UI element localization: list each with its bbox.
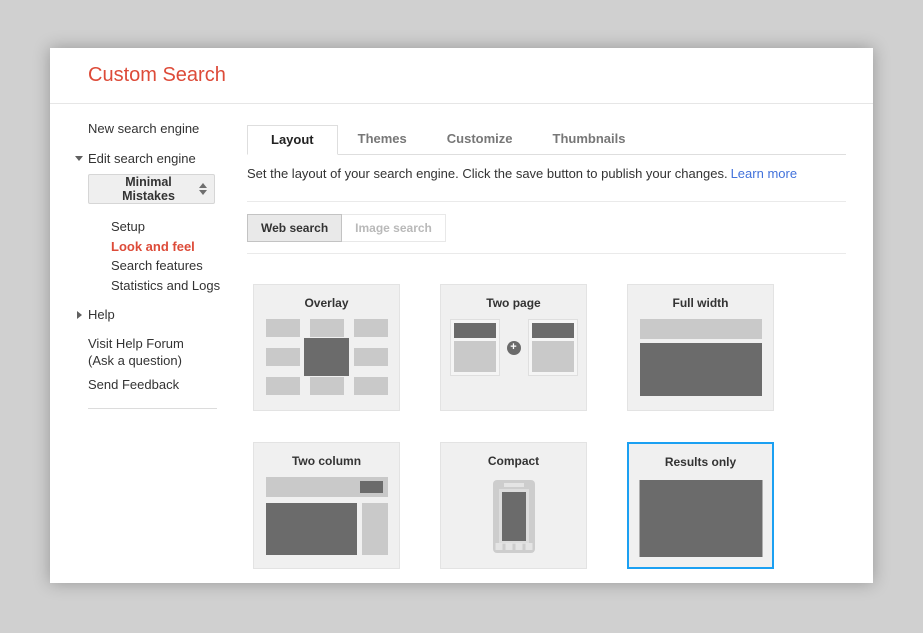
sidebar-item-look-and-feel[interactable]: Look and feel — [111, 237, 247, 257]
visit-help-forum-label: Visit Help Forum — [88, 335, 247, 352]
tab-customize[interactable]: Customize — [427, 125, 533, 153]
layout-option-label: Compact — [441, 443, 586, 468]
ask-a-question-label: (Ask a question) — [88, 352, 247, 369]
divider — [247, 201, 846, 202]
sidebar-item-label: Edit search engine — [88, 151, 196, 166]
tab-bar: Layout Themes Customize Thumbnails — [247, 125, 846, 155]
two-page-layout-thumbnail: + — [450, 319, 578, 376]
updown-arrow-icon — [199, 183, 207, 195]
layout-option-compact[interactable]: Compact — [440, 442, 587, 569]
layout-option-label: Two column — [254, 443, 399, 468]
layout-option-full-width[interactable]: Full width — [627, 284, 774, 411]
sidebar-item-label: Help — [88, 307, 115, 322]
sidebar-item-statistics-and-logs[interactable]: Statistics and Logs — [111, 276, 247, 296]
tab-thumbnails[interactable]: Thumbnails — [533, 125, 646, 153]
sidebar-item-edit-search-engine[interactable]: Edit search engine — [88, 152, 247, 166]
main-panel: Layout Themes Customize Thumbnails Set t… — [247, 104, 873, 569]
layout-description: Set the layout of your search engine. Cl… — [247, 165, 846, 182]
web-search-button[interactable]: Web search — [247, 214, 342, 242]
custom-search-window: Custom Search New search engine Edit sea… — [50, 48, 873, 583]
sidebar-item-send-feedback[interactable]: Send Feedback — [88, 378, 247, 392]
compact-layout-thumbnail — [493, 480, 535, 553]
sidebar-divider — [88, 408, 217, 409]
learn-more-link[interactable]: Learn more — [731, 166, 797, 181]
tab-themes[interactable]: Themes — [338, 125, 427, 153]
engine-selector-value: Minimal Mistakes — [98, 175, 199, 203]
tab-layout[interactable]: Layout — [247, 125, 338, 155]
results-only-layout-thumbnail — [639, 480, 762, 557]
engine-selector-dropdown[interactable]: Minimal Mistakes — [88, 174, 215, 204]
image-search-button[interactable]: Image search — [341, 214, 446, 242]
expand-arrow-icon — [77, 311, 82, 319]
overlay-layout-thumbnail — [266, 319, 388, 395]
sidebar-item-search-features[interactable]: Search features — [111, 256, 247, 276]
layout-option-two-column[interactable]: Two column — [253, 442, 400, 569]
sidebar-item-setup[interactable]: Setup — [111, 217, 247, 237]
two-column-layout-thumbnail — [266, 477, 388, 555]
sidebar: New search engine Edit search engine Min… — [50, 104, 247, 569]
layout-option-results-only[interactable]: Results only — [627, 442, 774, 569]
layout-option-label: Overlay — [254, 285, 399, 310]
page-title: Custom Search — [88, 64, 226, 87]
sidebar-item-visit-help-forum[interactable]: Visit Help Forum (Ask a question) — [88, 335, 247, 369]
edit-search-engine-submenu: Setup Look and feel Search features Stat… — [111, 217, 247, 295]
layout-options-grid: Overlay Two page + Full width — [253, 284, 846, 569]
layout-option-label: Two page — [441, 285, 586, 310]
layout-option-overlay[interactable]: Overlay — [253, 284, 400, 411]
plus-icon: + — [507, 341, 521, 355]
collapse-arrow-icon — [75, 156, 83, 161]
app-header: Custom Search — [50, 48, 873, 104]
layout-option-two-page[interactable]: Two page + — [440, 284, 587, 411]
content-area: New search engine Edit search engine Min… — [50, 104, 873, 569]
divider — [247, 253, 846, 254]
layout-option-label: Full width — [628, 285, 773, 310]
search-type-toggle: Web search Image search — [247, 214, 846, 242]
description-text: Set the layout of your search engine. Cl… — [247, 166, 728, 181]
layout-option-label: Results only — [629, 444, 772, 469]
sidebar-item-help[interactable]: Help — [88, 308, 247, 322]
full-width-layout-thumbnail — [640, 319, 762, 396]
sidebar-item-new-search-engine[interactable]: New search engine — [88, 122, 247, 136]
